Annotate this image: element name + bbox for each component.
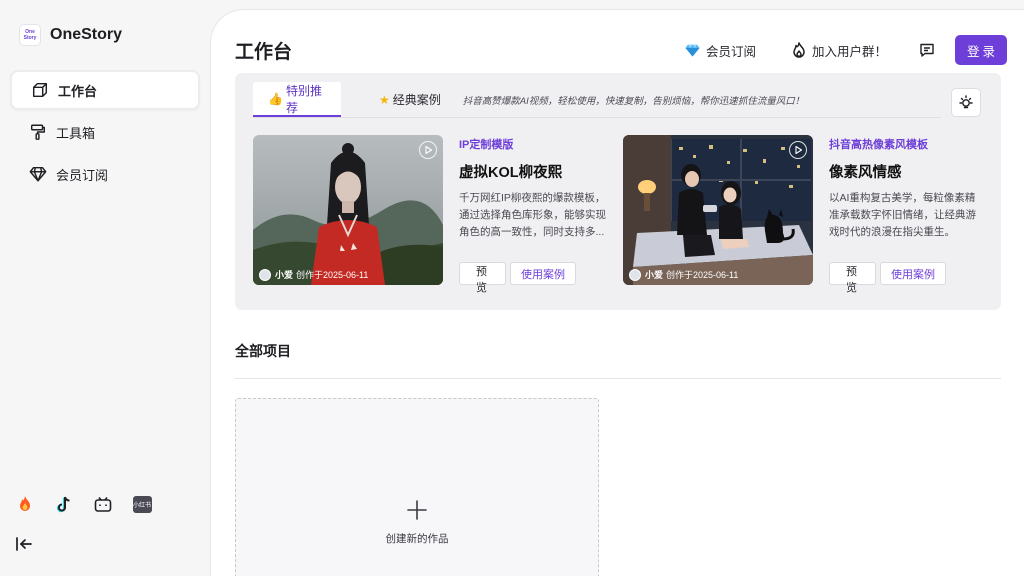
tiktok-icon[interactable] [53,494,75,514]
featured-panel: 👍 特别推荐 ★ 经典案例 抖音高赞爆款AI视频，轻松使用，快速复制，告别烦恼，… [235,73,1001,310]
template-card: 小爱 创作于2025-06-11 IP定制模版 虚拟KOL柳夜熙 千万网红IP柳… [253,135,613,294]
template-image [253,135,443,285]
brand-logo: One Story [19,24,41,46]
collapse-sidebar-icon[interactable] [14,534,34,554]
join-group-label: 加入用户群！ [812,44,888,59]
template-title: 像素风情感 [829,165,902,181]
created-date: 创作于2025-06-11 [666,270,739,280]
star-icon: ★ [379,92,390,107]
lightbulb-button[interactable] [951,88,981,117]
template-desc: 以AI重构复古美学，每粒像素精准承载数字怀旧情绪，让经典游戏时代的浪漫在指尖重生… [829,192,976,238]
tab-classic-cases[interactable]: ★ 经典案例 [379,82,441,117]
preview-button[interactable]: 预览 [459,262,506,294]
subscribe-label: 会员订阅 [706,44,757,59]
sidebar-nav: 工作台 工具箱 会员订阅 [10,70,200,196]
avatar [259,268,271,281]
brand-logo-line2: Story [23,35,37,41]
cube-icon [32,82,48,98]
sidebar-item-toolbox[interactable]: 工具箱 [10,112,200,152]
thumbs-up-icon: 👍 [268,91,283,106]
featured-tabs: 👍 特别推荐 ★ 经典案例 抖音高赞爆款AI视频，轻松使用，快速复制，告别烦恼，… [253,82,804,117]
section-title-all-projects: 全部项目 [235,343,291,359]
brand-name: OneStory [50,26,123,43]
join-group-link[interactable]: 加入用户群！ [792,41,887,60]
use-case-button[interactable]: 使用案例 [510,262,576,285]
sidebar-item-label: 工作台 [58,83,98,99]
template-image [623,135,813,285]
tabs-divider [253,117,941,118]
template-info: IP定制模版 虚拟KOL柳夜熙 千万网红IP柳夜熙的爆款模板，通过选择角色库形象… [459,135,613,241]
login-button[interactable]: 登录 [955,35,1008,65]
template-card: 小爱 创作于2025-06-11 抖音高热像素风模板 像素风情感 以AI重构复古… [623,135,983,294]
template-tag: IP定制模版 [459,139,514,151]
brand[interactable]: One Story OneStory [19,24,122,46]
main-panel: 工作台 会员订阅 加入用户群！ 登录 👍 特别推荐 ★ 经典案例 抖音高赞爆款A… [210,9,1024,576]
create-project-label: 创建新的作品 [385,533,449,545]
subscribe-link[interactable]: 会员订阅 [685,41,756,60]
sidebar-item-label: 工具箱 [56,125,96,141]
template-desc: 千万网红IP柳夜熙的爆款模板，通过选择角色库形象，能够实现角色的高一致性，同时支… [459,192,606,238]
xiaohongshu-icon[interactable]: 小红书 [131,494,153,514]
top-toolbar: 会员订阅 加入用户群！ 登录 [685,35,1008,65]
plus-icon [407,500,427,520]
sidebar-item-label: 会员订阅 [56,167,109,183]
section-divider [235,378,1001,379]
use-case-button[interactable]: 使用案例 [880,262,946,285]
bilibili-icon[interactable] [92,494,114,514]
lightbulb-icon [959,94,973,108]
social-links: 小红书 [14,494,153,514]
play-icon[interactable] [419,141,437,159]
tab-label: 特别推荐 [285,83,322,115]
paint-roller-icon [30,124,46,140]
sidebar: One Story OneStory 工作台 工具箱 会员订阅 小红书 [0,0,210,576]
author-info: 小爱 创作于2025-06-11 [629,268,738,281]
created-date: 创作于2025-06-11 [296,270,369,280]
template-thumbnail[interactable]: 小爱 创作于2025-06-11 [623,135,813,285]
sidebar-item-workspace[interactable]: 工作台 [10,70,200,110]
flame-icon [793,42,805,58]
featured-tip: 抖音高赞爆款AI视频，轻松使用，快速复制，告别烦恼，帮你迅速抓住流量风口！ [462,95,805,107]
sidebar-item-subscription[interactable]: 会员订阅 [10,154,200,194]
template-actions: 预览 使用案例 [459,262,576,294]
page-title: 工作台 [235,42,293,63]
author-name: 小爱 [645,270,664,280]
preview-button[interactable]: 预览 [829,262,876,294]
message-icon[interactable] [919,42,935,58]
template-title: 虚拟KOL柳夜熙 [459,165,563,181]
avatar [629,268,641,281]
gem-icon [685,44,700,56]
author-info: 小爱 创作于2025-06-11 [259,268,368,281]
author-name: 小爱 [275,270,294,280]
fire-icon[interactable] [14,494,36,514]
template-thumbnail[interactable]: 小爱 创作于2025-06-11 [253,135,443,285]
tab-special-recommend[interactable]: 👍 特别推荐 [253,82,341,117]
diamond-icon [29,166,47,182]
template-tag: 抖音高热像素风模板 [829,139,928,151]
template-actions: 预览 使用案例 [829,262,946,294]
play-icon[interactable] [789,141,807,159]
tab-label: 经典案例 [392,93,441,107]
create-project-card[interactable]: 创建新的作品 [235,398,599,576]
xiaohongshu-logo: 小红书 [132,495,152,513]
template-info: 抖音高热像素风模板 像素风情感 以AI重构复古美学，每粒像素精准承载数字怀旧情绪… [829,135,983,241]
